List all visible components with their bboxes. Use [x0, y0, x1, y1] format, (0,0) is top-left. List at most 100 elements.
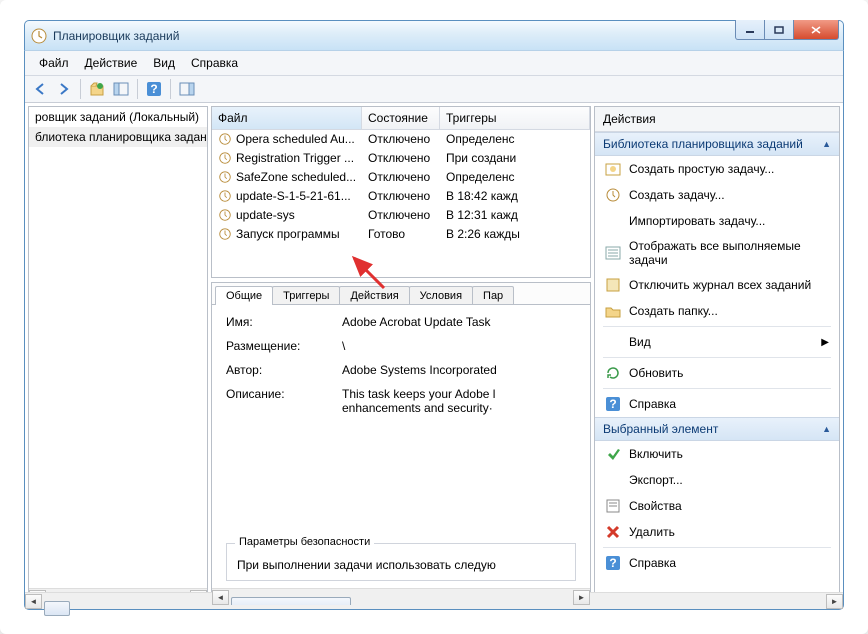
table-row[interactable]: update-sys ОтключеноВ 12:31 кажд	[212, 206, 590, 225]
task-trigger: В 2:26 кажды	[440, 225, 590, 243]
tab-general[interactable]: Общие	[215, 286, 273, 305]
tree-node-library[interactable]: блиотека планировщика задан	[29, 127, 207, 147]
refresh-icon	[605, 365, 621, 381]
task-name: Registration Trigger ...	[236, 151, 354, 165]
back-button[interactable]	[29, 78, 51, 100]
details-pane: Общие Триггеры Действия Условия Пар Имя:…	[211, 282, 591, 606]
table-row[interactable]: Запуск программыГотовоВ 2:26 кажды	[212, 225, 590, 244]
action-delete[interactable]: Удалить	[595, 519, 839, 545]
menu-help[interactable]: Справка	[183, 54, 246, 72]
menu-action[interactable]: Действие	[77, 54, 146, 72]
task-name: SafeZone scheduled...	[236, 170, 356, 184]
tab-triggers[interactable]: Триггеры	[272, 286, 340, 305]
forward-button[interactable]	[53, 78, 75, 100]
folder-icon	[605, 303, 621, 319]
wizard-icon	[605, 161, 621, 177]
security-text: При выполнении задачи использовать следу…	[237, 558, 565, 572]
task-state: Готово	[362, 225, 440, 243]
action-create-basic[interactable]: Создать простую задачу...	[595, 156, 839, 182]
minimize-button[interactable]	[735, 20, 765, 40]
task-trigger: Определенс	[440, 168, 590, 186]
action-refresh[interactable]: Обновить	[595, 360, 839, 386]
scroll-left-icon[interactable]: ◄	[212, 590, 229, 605]
description-value: This task keeps your Adobe l enhancement…	[342, 387, 576, 415]
tabs: Общие Триггеры Действия Условия Пар	[212, 283, 590, 305]
menubar: Файл Действие Вид Справка	[25, 51, 843, 76]
task-list: Файл Состояние Триггеры Opera scheduled …	[211, 106, 591, 278]
task-state: Отключено	[362, 168, 440, 186]
details-hscroll[interactable]: ◄ ►	[212, 588, 590, 605]
list-header: Файл Состояние Триггеры	[212, 107, 590, 130]
action-enable[interactable]: Включить	[595, 441, 839, 467]
scroll-thumb[interactable]	[44, 601, 70, 609]
show-actions-button[interactable]	[176, 78, 198, 100]
col-name[interactable]: Файл	[212, 107, 362, 129]
enable-icon	[605, 446, 621, 462]
task-state: Отключено	[362, 149, 440, 167]
clock-icon	[218, 151, 232, 165]
task-trigger: При создани	[440, 149, 590, 167]
task-trigger: В 18:42 кажд	[440, 187, 590, 205]
svg-text:?: ?	[609, 556, 616, 570]
col-state[interactable]: Состояние	[362, 107, 440, 129]
security-groupbox: Параметры безопасности При выполнении за…	[226, 543, 576, 581]
scroll-left-icon[interactable]: ◄	[25, 594, 42, 609]
action-create[interactable]: Создать задачу...	[595, 182, 839, 208]
location-value: \	[342, 339, 576, 353]
menu-file[interactable]: Файл	[31, 54, 77, 72]
titlebar[interactable]: Планировщик заданий	[24, 20, 844, 50]
action-help[interactable]: ?Справка	[595, 391, 839, 417]
table-row[interactable]: update-S-1-5-21-61...ОтключеноВ 18:42 ка…	[212, 187, 590, 206]
name-value: Adobe Acrobat Update Task	[342, 315, 576, 329]
clock-icon	[218, 227, 232, 241]
clock-icon	[218, 132, 232, 146]
properties-icon	[605, 498, 621, 514]
author-value: Adobe Systems Incorporated	[342, 363, 576, 377]
section-library[interactable]: Библиотека планировщика заданий▲	[595, 132, 839, 156]
actions-pane: Действия Библиотека планировщика заданий…	[594, 106, 840, 606]
tree-node-root[interactable]: ровщик заданий (Локальный)	[29, 107, 207, 127]
close-button[interactable]	[793, 20, 839, 40]
action-import[interactable]: Импортировать задачу...	[595, 208, 839, 234]
collapse-icon: ▲	[822, 139, 831, 149]
show-hide-tree-button[interactable]	[110, 78, 132, 100]
action-properties[interactable]: Свойства	[595, 493, 839, 519]
log-icon	[605, 277, 621, 293]
svg-text:?: ?	[150, 82, 157, 96]
maximize-button[interactable]	[764, 20, 794, 40]
action-view[interactable]: Вид▶	[595, 329, 839, 355]
help-icon: ?	[605, 396, 621, 412]
tab-params[interactable]: Пар	[472, 286, 514, 305]
clock-icon	[218, 189, 232, 203]
task-state: Отключено	[362, 206, 440, 224]
action-show-running[interactable]: Отображать все выполняемые задачи	[595, 234, 839, 272]
scroll-thumb[interactable]	[231, 597, 351, 605]
scroll-right-icon[interactable]: ►	[826, 594, 843, 609]
up-button[interactable]	[86, 78, 108, 100]
action-disable-log[interactable]: Отключить журнал всех заданий	[595, 272, 839, 298]
tab-conditions[interactable]: Условия	[409, 286, 473, 305]
list-icon	[605, 245, 621, 261]
table-row[interactable]: Registration Trigger ... ОтключеноПри соз…	[212, 149, 590, 168]
clock-icon	[605, 187, 621, 203]
task-name: update-sys	[236, 208, 295, 222]
action-help2[interactable]: ?Справка	[595, 550, 839, 576]
task-trigger: В 12:31 кажд	[440, 206, 590, 224]
clock-icon	[218, 208, 232, 222]
action-export[interactable]: Экспорт...	[595, 467, 839, 493]
table-row[interactable]: Opera scheduled Au...ОтключеноОпределенс	[212, 130, 590, 149]
help-button[interactable]: ?	[143, 78, 165, 100]
scroll-right-icon[interactable]: ►	[573, 590, 590, 605]
action-new-folder[interactable]: Создать папку...	[595, 298, 839, 324]
col-triggers[interactable]: Триггеры	[440, 107, 590, 129]
app-icon	[31, 28, 47, 44]
location-label: Размещение:	[226, 339, 342, 353]
menu-view[interactable]: Вид	[145, 54, 183, 72]
task-name: Opera scheduled Au...	[236, 132, 355, 146]
table-row[interactable]: SafeZone scheduled... ОтключеноОпределенс	[212, 168, 590, 187]
tree-pane[interactable]: ровщик заданий (Локальный) блиотека план…	[28, 106, 208, 606]
task-name: update-S-1-5-21-61...	[236, 189, 351, 203]
section-selected[interactable]: Выбранный элемент▲	[595, 417, 839, 441]
actions-title: Действия	[595, 107, 839, 132]
tab-actions[interactable]: Действия	[339, 286, 409, 305]
